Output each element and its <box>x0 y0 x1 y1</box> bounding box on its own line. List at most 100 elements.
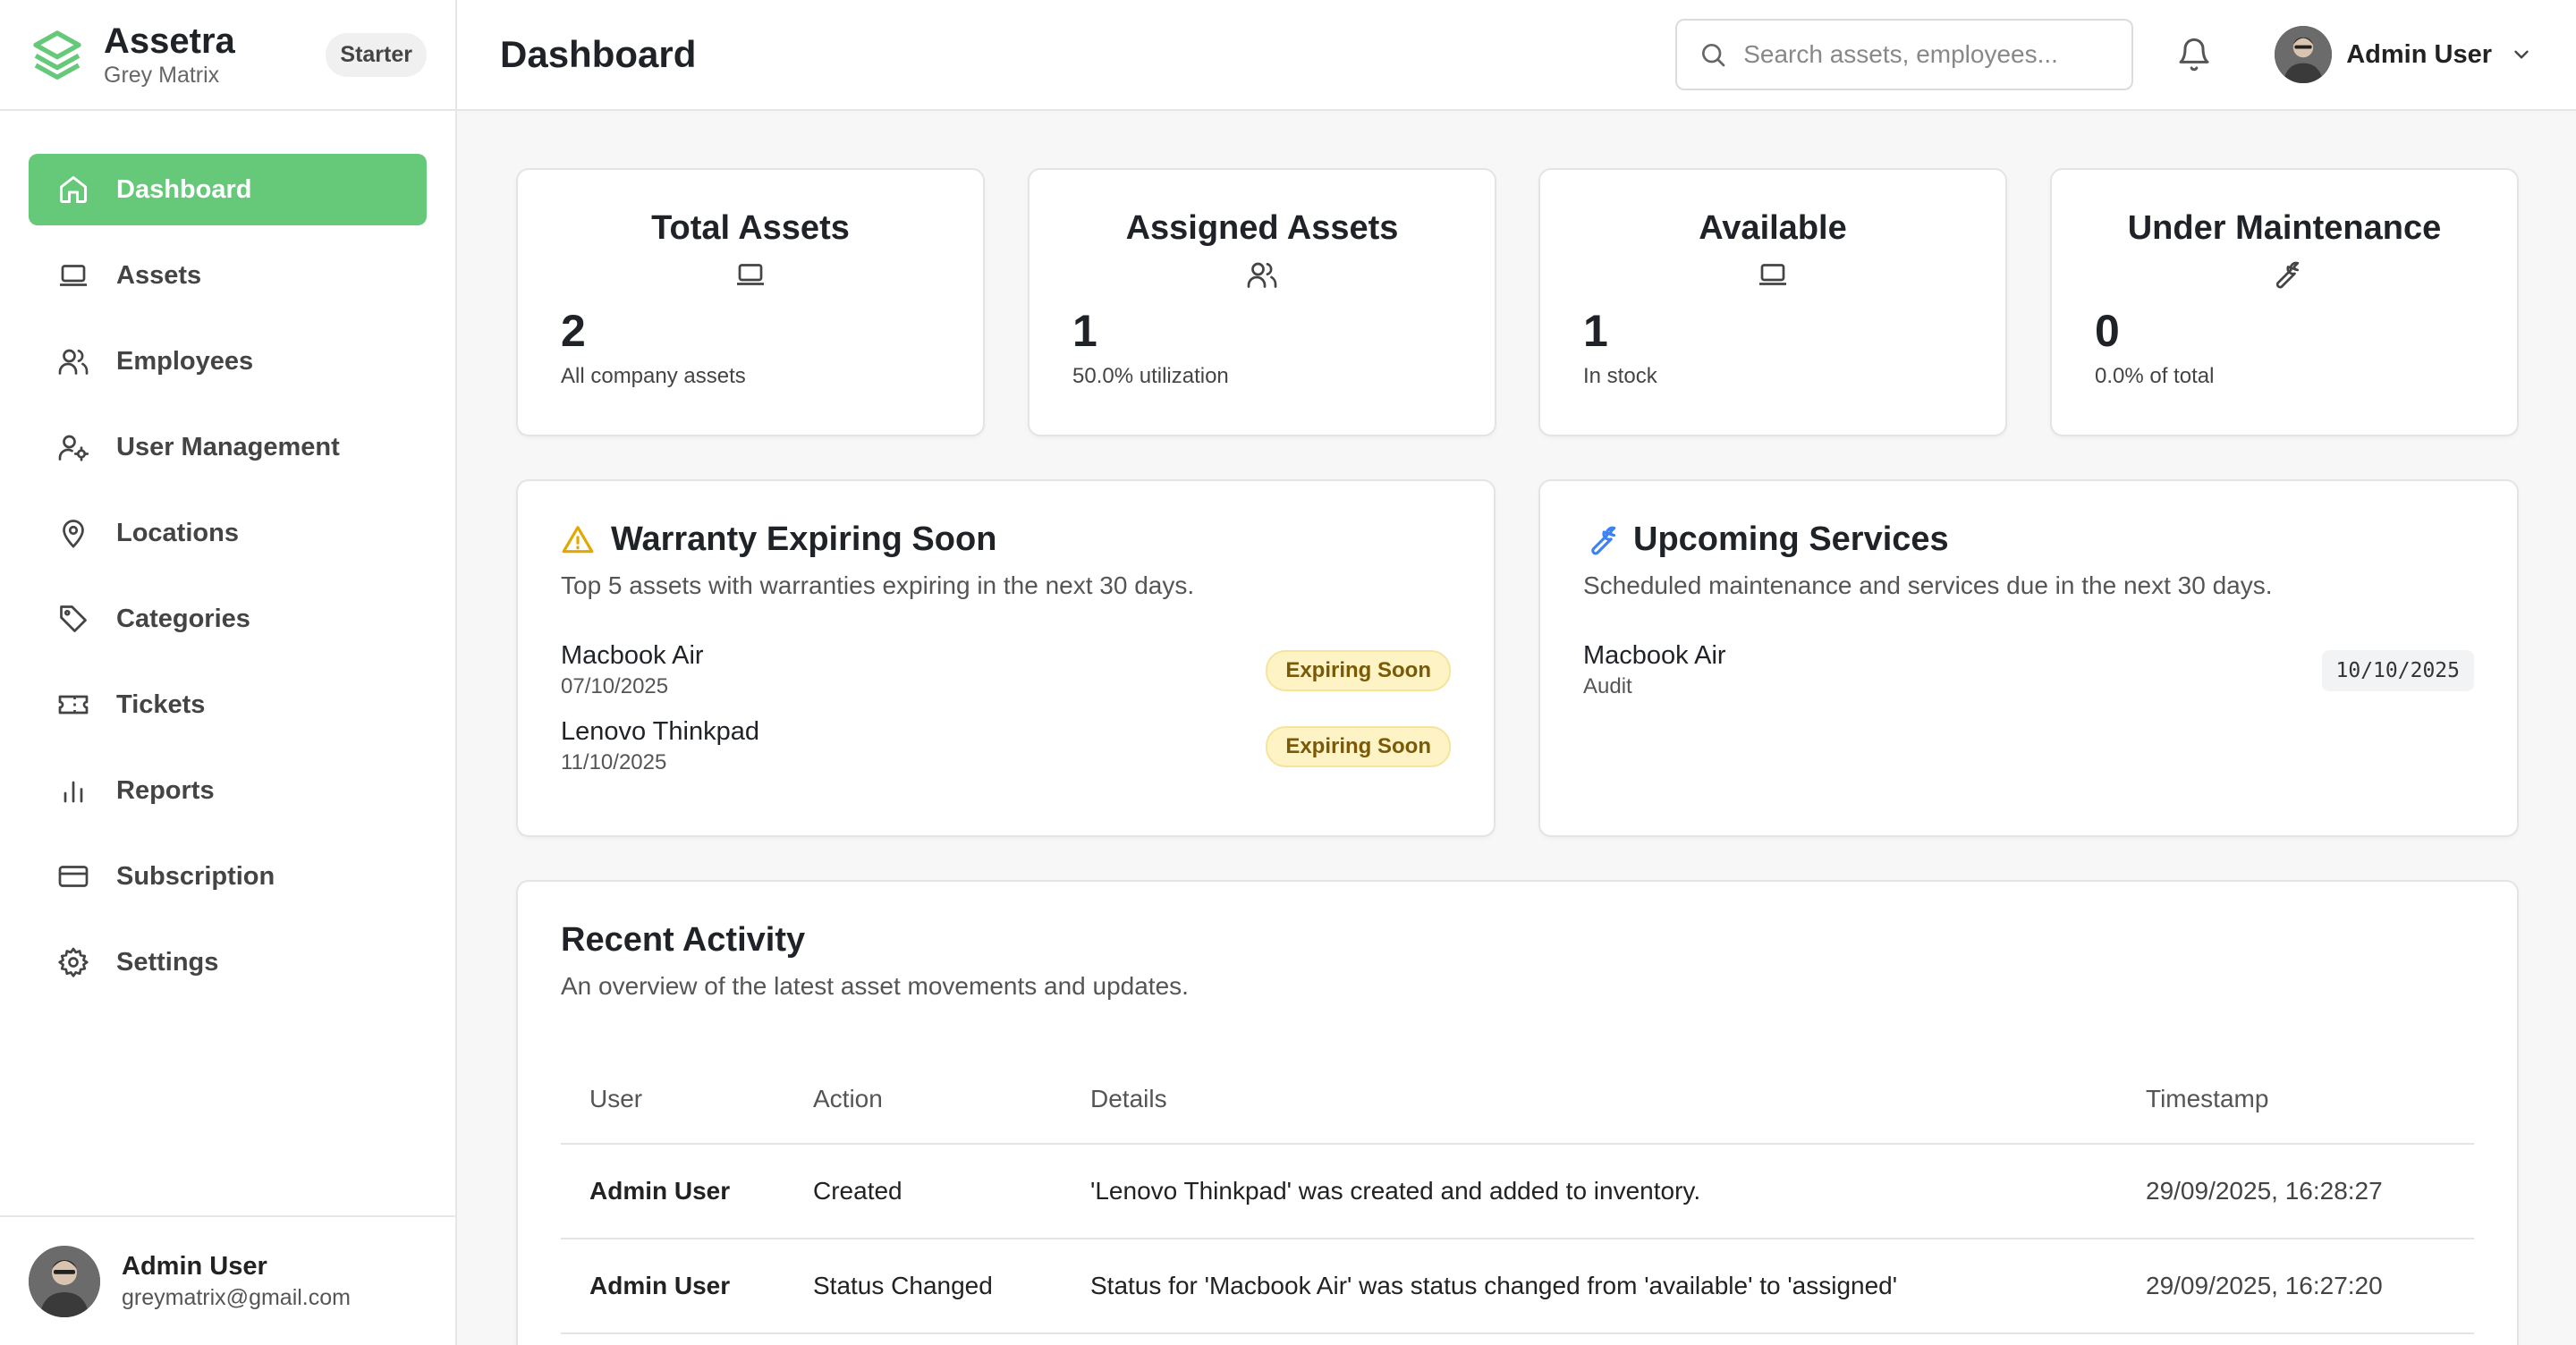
stat-subtext: In stock <box>1583 364 1657 388</box>
laptop-icon <box>737 264 764 285</box>
sidebar-item-user-management[interactable]: User Management <box>29 411 427 483</box>
avatar <box>29 1245 100 1317</box>
sidebar-item-categories[interactable]: Categories <box>29 583 427 655</box>
user-cog-icon <box>57 431 89 463</box>
brand-org: Grey Matrix <box>104 62 220 88</box>
tag-icon <box>57 603 89 635</box>
warranty-date: 11/10/2025 <box>561 750 667 774</box>
warning-triangle-icon <box>562 525 594 553</box>
brand-header: Assetra Grey Matrix Starter <box>0 0 455 111</box>
wrench-icon <box>1591 526 1616 554</box>
cell-action: Status Changed <box>784 1239 1062 1334</box>
stat-subtext: All company assets <box>561 364 746 388</box>
sidebar-nav: Dashboard Assets Employees User Manageme… <box>0 111 455 998</box>
asset-name: Macbook Air <box>561 641 704 670</box>
status-badge: Expiring Soon <box>1266 725 1451 767</box>
asset-name: Lenovo Thinkpad <box>561 717 759 746</box>
list-item[interactable]: Macbook Air Audit 10/10/2025 <box>1583 641 2474 699</box>
brand-name: Assetra <box>104 21 235 61</box>
sidebar-item-label: Assets <box>116 260 202 290</box>
column-header: Action <box>784 1054 1062 1145</box>
sidebar-item-label: Locations <box>116 518 239 547</box>
bar-chart-icon <box>57 774 89 807</box>
sidebar-item-settings[interactable]: Settings <box>29 926 427 998</box>
bell-icon[interactable] <box>2176 37 2212 72</box>
cell-details: Status for 'Macbook Air' was status chan… <box>1062 1239 2117 1334</box>
list-item[interactable]: Macbook Air 07/10/2025 Expiring Soon <box>561 641 1451 699</box>
layers-logo-icon <box>33 30 81 80</box>
gear-icon <box>57 946 89 978</box>
cell-timestamp: 29/09/2025, 16:28:27 <box>2117 1144 2474 1239</box>
panel-subtitle: Top 5 assets with warranties expiring in… <box>561 571 1195 599</box>
avatar <box>2275 26 2333 83</box>
search-input[interactable] <box>1743 40 2111 69</box>
sidebar-user-profile[interactable]: Admin User greymatrix@gmail.com <box>0 1215 455 1345</box>
search-icon <box>1702 44 1725 67</box>
sidebar-item-label: Reports <box>116 775 215 805</box>
stat-title: Assigned Assets <box>1125 209 1399 247</box>
sidebar-item-assets[interactable]: Assets <box>29 240 427 311</box>
stat-card-assigned-assets: Assigned Assets 1 50.0% utilization <box>1028 168 1496 436</box>
stat-value: 1 <box>1583 306 1608 356</box>
asset-name: Macbook Air <box>1583 641 1726 670</box>
sidebar-item-label: Categories <box>116 604 250 633</box>
cell-user: Admin User <box>561 1239 784 1334</box>
search-box[interactable] <box>1675 19 2134 90</box>
service-date: 10/10/2025 <box>2321 649 2474 691</box>
user-menu[interactable]: Admin User <box>2275 26 2533 83</box>
sidebar-item-label: User Management <box>116 432 340 461</box>
users-icon <box>1247 262 1277 288</box>
recent-activity-panel: Recent Activity An overview of the lates… <box>516 880 2519 1345</box>
upcoming-services-panel: Upcoming Services Scheduled maintenance … <box>1538 479 2519 837</box>
sidebar-item-reports[interactable]: Reports <box>29 755 427 826</box>
sidebar-item-subscription[interactable]: Subscription <box>29 841 427 912</box>
stat-value: 1 <box>1072 306 1097 356</box>
cell-details: 'Lenovo Thinkpad' was created and added … <box>1062 1144 2117 1239</box>
column-header: Timestamp <box>2117 1054 2474 1145</box>
sidebar-item-dashboard[interactable]: Dashboard <box>29 154 427 225</box>
sidebar-item-employees[interactable]: Employees <box>29 326 427 397</box>
chevron-down-icon <box>2510 43 2533 66</box>
service-type: Audit <box>1583 674 1632 698</box>
sidebar-user-name: Admin User <box>122 1251 267 1281</box>
sidebar-item-tickets[interactable]: Tickets <box>29 669 427 740</box>
warranty-date: 07/10/2025 <box>561 674 669 698</box>
column-header: Details <box>1062 1054 2117 1145</box>
sidebar-item-label: Settings <box>116 947 219 977</box>
panel-subtitle: An overview of the latest asset movement… <box>561 972 1189 1000</box>
stat-card-available: Available 1 In stock <box>1538 168 2007 436</box>
warranty-expiring-panel: Warranty Expiring Soon Top 5 assets with… <box>516 479 1496 837</box>
stat-title: Total Assets <box>651 209 850 247</box>
panel-title: Recent Activity <box>561 921 806 959</box>
top-header: Dashboard Admin User <box>457 0 2576 111</box>
stat-subtext: 0.0% of total <box>2095 364 2215 388</box>
stat-subtext: 50.0% utilization <box>1072 364 1229 388</box>
list-item[interactable]: Lenovo Thinkpad 11/10/2025 Expiring Soon <box>561 717 1451 775</box>
cell-user: Admin User <box>561 1144 784 1239</box>
column-header: User <box>561 1054 784 1145</box>
users-icon <box>57 345 89 377</box>
header-user-name: Admin User <box>2346 39 2492 69</box>
stat-card-total-assets: Total Assets 2 All company assets <box>516 168 985 436</box>
laptop-icon <box>57 259 89 292</box>
wrench-icon <box>2275 261 2300 289</box>
ticket-icon <box>57 689 89 721</box>
plan-badge: Starter <box>326 32 427 77</box>
table-row[interactable]: Admin User Created 'Lenovo Thinkpad' was… <box>561 1144 2474 1239</box>
page-title: Dashboard <box>500 33 697 75</box>
sidebar-item-locations[interactable]: Locations <box>29 497 427 569</box>
table-header-row: User Action Details Timestamp <box>561 1054 2474 1145</box>
stat-value: 2 <box>561 306 586 356</box>
activity-table: User Action Details Timestamp Admin User… <box>561 1054 2474 1334</box>
stat-card-under-maintenance: Under Maintenance 0 0.0% of total <box>2050 168 2519 436</box>
sidebar-item-label: Tickets <box>116 689 206 719</box>
sidebar-item-label: Employees <box>116 346 254 376</box>
sidebar-item-label: Subscription <box>116 861 275 891</box>
map-pin-icon <box>57 517 89 549</box>
home-icon <box>57 173 89 206</box>
cell-action: Created <box>784 1144 1062 1239</box>
laptop-icon <box>1759 264 1786 285</box>
status-badge: Expiring Soon <box>1266 649 1451 691</box>
table-row[interactable]: Admin User Status Changed Status for 'Ma… <box>561 1239 2474 1334</box>
panel-title: Upcoming Services <box>1633 520 1949 558</box>
